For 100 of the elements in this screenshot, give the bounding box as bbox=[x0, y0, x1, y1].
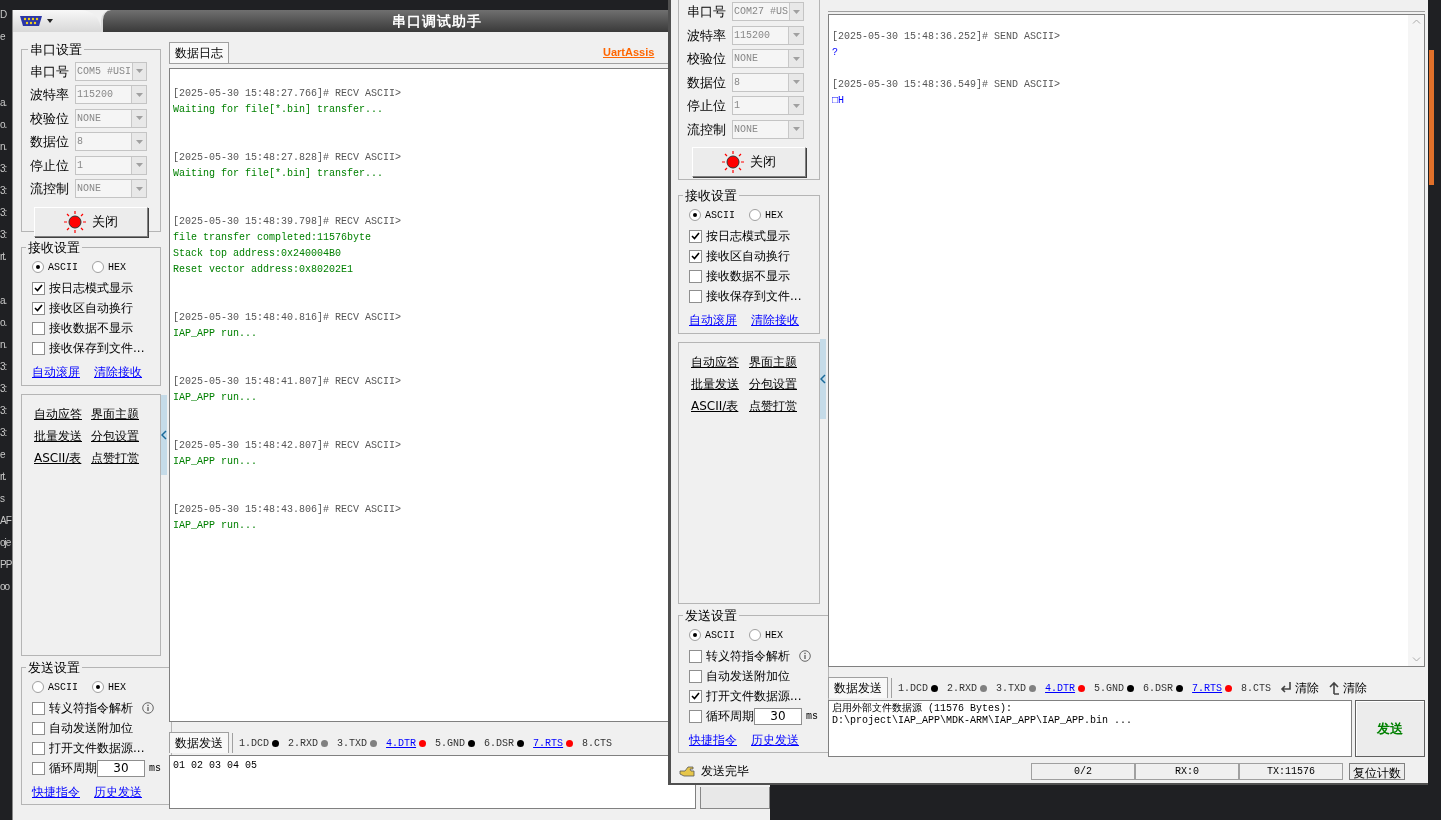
editor-text: rt. bbox=[0, 250, 7, 264]
caret-icon bbox=[132, 62, 146, 80]
link[interactable]: 历史发送 bbox=[751, 730, 799, 749]
tool-link[interactable]: 批量发送 bbox=[691, 375, 749, 393]
checkbox-label: 转义符指令解析 bbox=[706, 648, 790, 665]
group-title: 接收设置 bbox=[684, 187, 738, 205]
caret-icon bbox=[131, 109, 146, 127]
checkbox[interactable] bbox=[32, 721, 45, 735]
checkbox[interactable] bbox=[689, 289, 702, 303]
radio-button[interactable] bbox=[749, 209, 761, 221]
editor-text: a. bbox=[0, 96, 8, 110]
tool-link[interactable]: ASCII/表 bbox=[691, 397, 749, 415]
lamp-icon bbox=[64, 210, 86, 233]
radio-button[interactable] bbox=[689, 209, 701, 221]
info-icon[interactable] bbox=[142, 702, 154, 714]
send-text-area[interactable]: 启用外部文件数据源 (11576 Bytes): D:\project\IAP_APP\MDK-ARM\IAP_APP\IAP_APP.bin ... bbox=[828, 700, 1352, 757]
editor-text: s bbox=[0, 492, 6, 506]
send-button[interactable] bbox=[700, 787, 770, 809]
checkbox[interactable] bbox=[689, 249, 702, 263]
checkbox[interactable] bbox=[32, 321, 45, 335]
caret-icon bbox=[789, 3, 803, 21]
tab[interactable]: 数据日志 bbox=[169, 42, 229, 63]
clear-button[interactable]: 清除 bbox=[1280, 678, 1320, 698]
close-port-button[interactable]: 关闭 bbox=[692, 147, 806, 177]
link[interactable]: 自动滚屏 bbox=[32, 362, 80, 381]
tool-link[interactable]: 界面主题 bbox=[91, 405, 148, 423]
radio-button[interactable] bbox=[689, 629, 701, 641]
radio-button[interactable] bbox=[749, 629, 761, 641]
signal-label: 3.TXD bbox=[337, 736, 368, 751]
checkbox-label: 打开文件数据源... bbox=[706, 688, 802, 705]
caret-icon bbox=[131, 133, 146, 151]
tool-link[interactable]: 界面主题 bbox=[749, 353, 807, 371]
send-button[interactable]: 发送 bbox=[1355, 700, 1425, 757]
checkbox[interactable] bbox=[32, 701, 45, 715]
checkbox[interactable] bbox=[689, 689, 702, 703]
field-label: 波特率 bbox=[687, 26, 727, 45]
checkbox[interactable] bbox=[32, 301, 45, 315]
tool-link[interactable]: 批量发送 bbox=[34, 427, 91, 445]
signal-link[interactable]: 4.DTR bbox=[1045, 680, 1076, 696]
signal-link[interactable]: 7.RTS bbox=[533, 735, 564, 751]
log-header: [2025-05-30 15:48:42.807]# RECV ASCII> bbox=[173, 439, 402, 453]
checkbox[interactable] bbox=[32, 761, 45, 775]
signal-label: 1.DCD bbox=[239, 736, 269, 751]
signal-label: 2.RXD bbox=[288, 736, 319, 751]
group-title: 接收设置 bbox=[27, 239, 81, 257]
caret-icon[interactable] bbox=[47, 19, 53, 23]
checkbox[interactable] bbox=[689, 229, 702, 243]
editor-text: o. bbox=[0, 118, 8, 132]
checkbox[interactable] bbox=[32, 281, 45, 295]
hand-icon bbox=[679, 765, 695, 777]
signal-link[interactable]: 4.DTR bbox=[386, 735, 417, 751]
period-input[interactable]: 30 bbox=[754, 707, 802, 725]
tab[interactable]: 数据发送 bbox=[169, 732, 229, 753]
chevron-left-icon bbox=[161, 430, 167, 440]
checkbox[interactable] bbox=[689, 649, 702, 663]
link[interactable]: 清除接收 bbox=[751, 310, 799, 329]
signal-link[interactable]: 7.RTS bbox=[1192, 680, 1223, 696]
close-port-button[interactable]: 关闭 bbox=[34, 206, 148, 237]
tool-link[interactable]: 自动应答 bbox=[34, 405, 91, 423]
clear-button[interactable]: 清除 bbox=[1328, 678, 1368, 698]
radio-button[interactable] bbox=[32, 681, 44, 693]
editor-text: rt. bbox=[0, 470, 7, 484]
tool-link[interactable]: 分包设置 bbox=[749, 375, 807, 393]
checkbox[interactable] bbox=[689, 709, 702, 723]
tab[interactable]: 数据发送 bbox=[828, 677, 888, 698]
send-text-area[interactable]: 01 02 03 04 05 bbox=[169, 755, 696, 809]
tool-link[interactable]: 分包设置 bbox=[91, 427, 148, 445]
radio-button[interactable] bbox=[92, 261, 104, 273]
log-line: Waiting for file[*.bin] transfer... bbox=[173, 167, 384, 181]
checkbox[interactable] bbox=[689, 669, 702, 683]
tool-link[interactable]: 点赞打赏 bbox=[749, 397, 807, 415]
tool-link[interactable]: 点赞打赏 bbox=[91, 449, 148, 467]
link[interactable]: 历史发送 bbox=[94, 782, 142, 801]
splitter-handle[interactable] bbox=[820, 338, 826, 419]
period-input[interactable]: 30 bbox=[97, 759, 145, 777]
send-text-line: 启用外部文件数据源 (11576 Bytes): bbox=[832, 703, 1012, 715]
info-icon[interactable] bbox=[799, 650, 811, 662]
status-counter: RX:0 bbox=[1135, 762, 1239, 780]
signal-label: 5.GND bbox=[1094, 681, 1125, 696]
checkbox[interactable] bbox=[689, 269, 702, 283]
checkbox-label: 打开文件数据源... bbox=[49, 740, 145, 757]
link[interactable]: 快捷指令 bbox=[32, 782, 80, 801]
link[interactable]: 自动滚屏 bbox=[689, 310, 737, 329]
tool-link[interactable]: ASCII/表 bbox=[34, 449, 91, 467]
checkbox[interactable] bbox=[32, 741, 45, 755]
log-line: IAP_APP run... bbox=[173, 391, 257, 405]
serial-port-icon[interactable] bbox=[19, 15, 43, 27]
splitter-handle[interactable] bbox=[161, 395, 167, 475]
log-header: [2025-05-30 15:48:36.549]# SEND ASCII> bbox=[832, 78, 1061, 92]
checkbox[interactable] bbox=[32, 341, 45, 355]
field-label: 数据位 bbox=[687, 73, 727, 92]
link[interactable]: 快捷指令 bbox=[689, 730, 737, 749]
caret-icon bbox=[788, 50, 803, 68]
radio-button[interactable] bbox=[92, 681, 104, 693]
tool-link[interactable]: 自动应答 bbox=[691, 353, 749, 371]
link[interactable]: 清除接收 bbox=[94, 362, 142, 381]
log-line: ? bbox=[832, 46, 838, 60]
reset-count-button[interactable]: 复位计数 bbox=[1349, 762, 1405, 780]
radio-button[interactable] bbox=[32, 261, 44, 273]
field-label: 流控制 bbox=[687, 120, 727, 139]
